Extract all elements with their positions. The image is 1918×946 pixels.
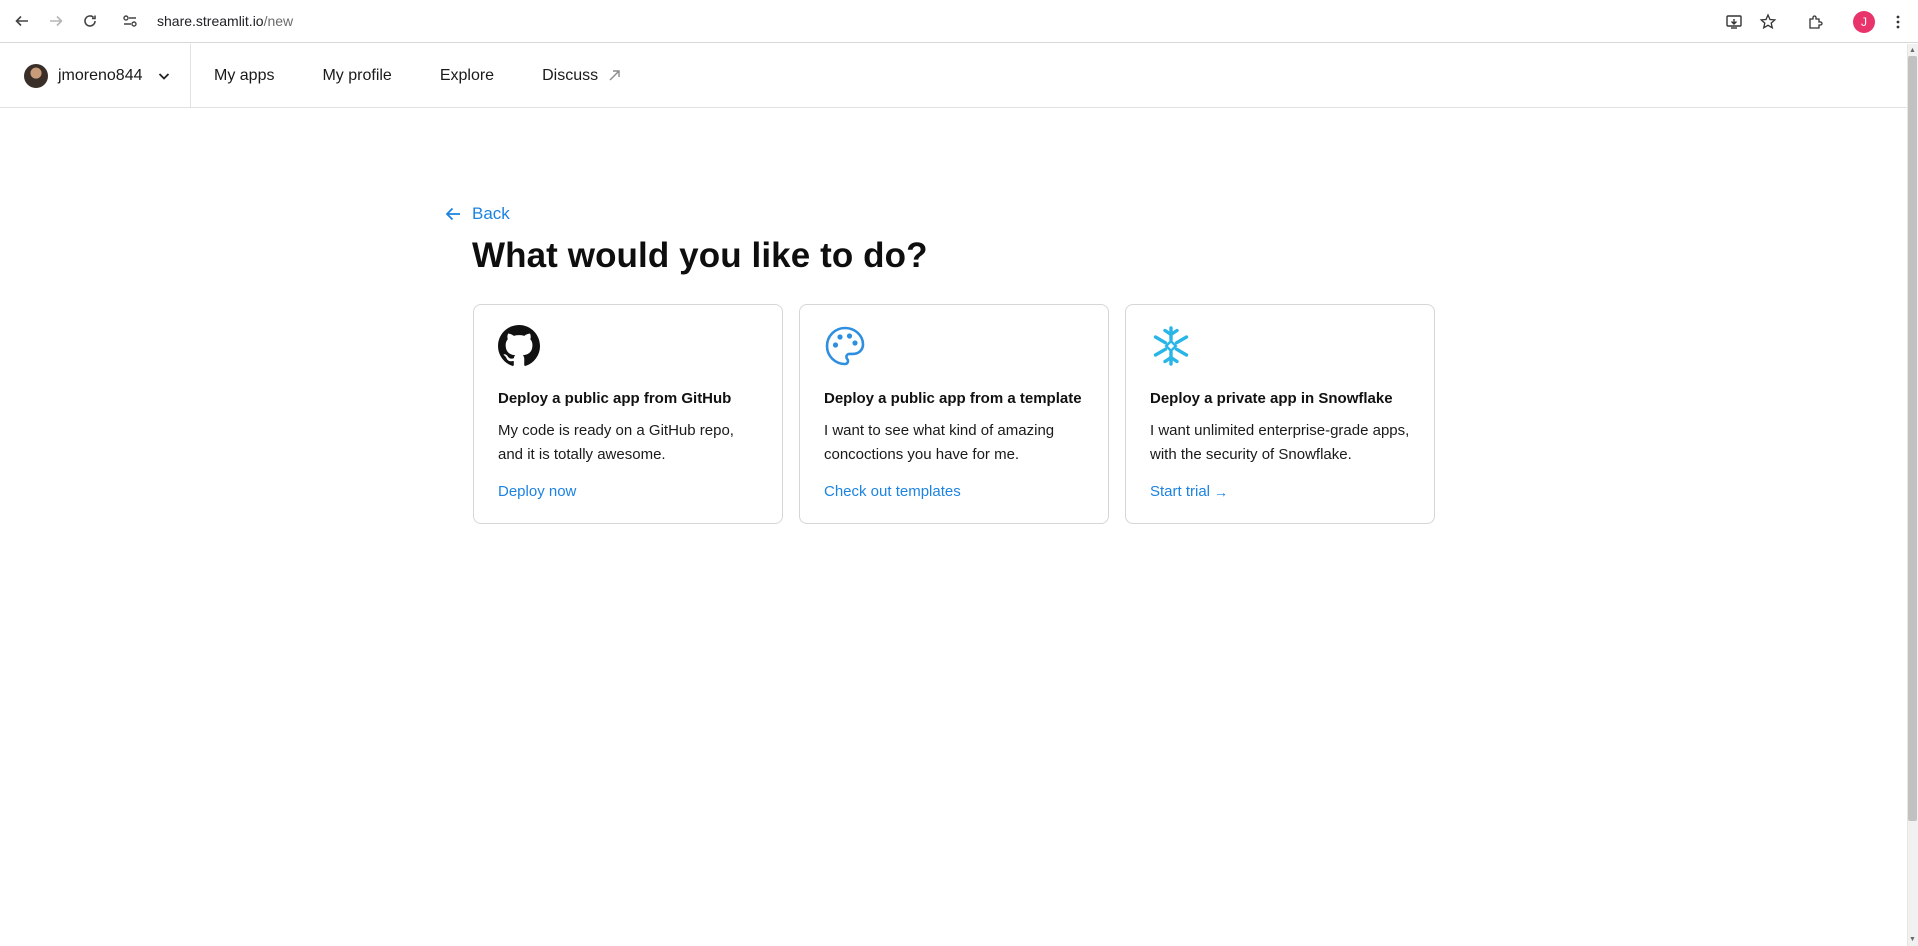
arrow-left-icon [15, 15, 28, 27]
forward-nav-button[interactable] [39, 4, 73, 38]
back-link[interactable]: Back [443, 204, 510, 224]
start-trial-link[interactable]: Start trial → [1150, 483, 1410, 500]
start-trial-label: Start trial [1150, 483, 1211, 500]
palette-icon [824, 325, 866, 367]
profile-button[interactable]: J [1848, 6, 1880, 38]
deploy-now-link[interactable]: Deploy now [498, 483, 758, 500]
card-title: Deploy a public app from GitHub [498, 390, 732, 407]
check-out-templates-link[interactable]: Check out templates [824, 483, 1084, 500]
browser-actions: J [1718, 0, 1918, 43]
card-description: My code is ready on a GitHub repo, and i… [498, 422, 734, 463]
star-icon [1759, 12, 1777, 29]
page-title: What would you like to do? [472, 236, 928, 275]
address-bar[interactable]: share.streamlit.io/new [119, 4, 293, 38]
nav-discuss[interactable]: Discuss [542, 67, 621, 85]
nav-explore[interactable]: Explore [440, 67, 494, 85]
options-cards: Deploy a public app from GitHub My code … [473, 304, 1435, 524]
scroll-up-arrow-icon[interactable]: ▲ [1908, 45, 1917, 55]
back-label: Back [472, 204, 510, 223]
chevron-down-icon [157, 69, 171, 83]
user-menu[interactable]: jmoreno844 [0, 43, 191, 108]
card-template[interactable]: Deploy a public app from a template I wa… [799, 304, 1109, 524]
puzzle-icon [1809, 14, 1823, 29]
reload-icon [84, 15, 96, 27]
nav-my-profile[interactable]: My profile [322, 67, 391, 85]
url-text[interactable]: share.streamlit.io/new [157, 13, 293, 29]
extensions-button[interactable] [1800, 6, 1832, 38]
url-path: /new [263, 13, 294, 29]
back-nav-button[interactable] [5, 4, 39, 38]
github-icon [498, 325, 540, 367]
card-title: Deploy a public app from a template [824, 390, 1082, 407]
app-header: jmoreno844 My apps My profile Explore Di… [0, 43, 1907, 108]
more-vert-icon [1896, 15, 1900, 28]
browser-menu-button[interactable] [1882, 6, 1914, 38]
main-nav: My apps My profile Explore Discuss [214, 67, 669, 85]
scroll-down-arrow-icon[interactable]: ▼ [1908, 934, 1917, 944]
username: jmoreno844 [58, 66, 143, 84]
browser-toolbar: share.streamlit.io/new J [0, 0, 1918, 43]
profile-avatar: J [1853, 10, 1875, 33]
card-description: I want to see what kind of amazing conco… [824, 422, 1055, 463]
avatar [24, 63, 48, 88]
reload-button[interactable] [73, 4, 107, 38]
url-host: share.streamlit.io [157, 13, 264, 29]
arrow-right-icon: → [1214, 483, 1229, 500]
scrollbar-thumb[interactable] [1908, 56, 1917, 821]
nav-my-apps[interactable]: My apps [214, 67, 274, 85]
install-app-button[interactable] [1718, 6, 1750, 38]
nav-discuss-label: Discuss [542, 66, 599, 84]
card-title: Deploy a private app in Snowflake [1150, 390, 1393, 407]
card-snowflake[interactable]: Deploy a private app in Snowflake I want… [1125, 304, 1435, 524]
arrow-left-icon [445, 207, 460, 221]
card-description: I want unlimited enterprise-grade apps, … [1150, 422, 1410, 463]
card-github[interactable]: Deploy a public app from GitHub My code … [473, 304, 783, 524]
site-info-icon[interactable] [119, 10, 141, 32]
snowflake-icon [1150, 325, 1192, 367]
external-link-icon [609, 70, 620, 81]
bookmark-button[interactable] [1752, 6, 1784, 38]
install-icon [1726, 14, 1742, 29]
arrow-right-icon [50, 15, 63, 27]
